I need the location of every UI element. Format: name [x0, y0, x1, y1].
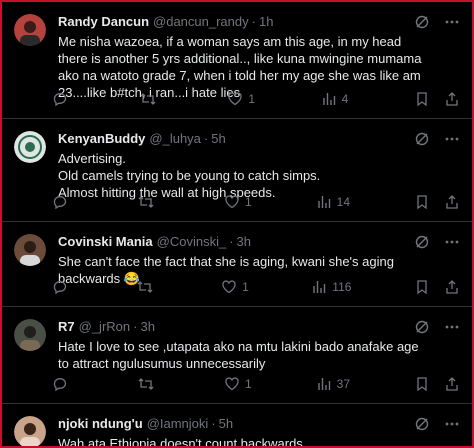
views-button[interactable]: 37 — [316, 376, 350, 392]
analytics-icon — [321, 91, 337, 107]
separator: · — [229, 234, 234, 249]
view-count: 4 — [341, 92, 349, 106]
tweet[interactable]: Covinski Mania @Covinski_ · 3h She can't… — [2, 222, 472, 307]
heart-icon — [227, 91, 243, 107]
timestamp[interactable]: 5h — [219, 416, 233, 432]
views-button[interactable]: 14 — [316, 194, 350, 210]
share-icon[interactable] — [444, 279, 460, 295]
tweet[interactable]: njoki ndung'u @Iamnjoki · 5h Wah ata Eth… — [2, 404, 472, 448]
grok-icon[interactable] — [414, 319, 430, 335]
tweet[interactable]: Randy Dancun @dancun_randy · 1h Me nisha… — [2, 2, 472, 119]
timestamp[interactable]: 5h — [211, 131, 225, 147]
views-button[interactable]: 116 — [311, 279, 351, 295]
like-button[interactable]: 1 — [227, 91, 255, 107]
like-button[interactable]: 1 — [224, 194, 252, 210]
reply-icon — [52, 91, 68, 107]
bookmark-icon[interactable] — [414, 194, 430, 210]
reply-button[interactable] — [52, 376, 73, 392]
reply-button[interactable] — [52, 279, 73, 295]
author-name[interactable]: njoki ndung'u — [58, 416, 143, 432]
author-name[interactable]: R7 — [58, 319, 75, 335]
reply-button[interactable] — [52, 91, 73, 107]
author-name[interactable]: KenyanBuddy — [58, 131, 145, 147]
separator: · — [133, 319, 138, 334]
more-options-icon[interactable] — [444, 416, 460, 432]
grok-icon[interactable] — [414, 131, 430, 147]
reply-button[interactable] — [52, 194, 73, 210]
author-handle[interactable]: @Iamnjoki — [147, 416, 209, 432]
grok-icon[interactable] — [414, 416, 430, 432]
like-count: 1 — [242, 280, 249, 294]
retweet-icon — [136, 279, 154, 295]
like-count: 1 — [248, 92, 255, 106]
share-icon[interactable] — [444, 376, 460, 392]
retweet-button[interactable] — [139, 91, 162, 107]
like-count: 1 — [244, 377, 252, 391]
like-button[interactable]: 1 — [221, 279, 249, 295]
more-options-icon[interactable] — [444, 234, 460, 250]
more-options-icon[interactable] — [444, 14, 460, 30]
avatar[interactable] — [14, 416, 46, 446]
view-count: 116 — [332, 280, 352, 294]
share-icon[interactable] — [444, 194, 460, 210]
like-button[interactable]: 1 — [224, 376, 252, 392]
avatar[interactable] — [14, 319, 46, 351]
author-handle[interactable]: @_luhya — [149, 131, 201, 147]
avatar[interactable] — [14, 14, 46, 46]
heart-icon — [224, 376, 240, 392]
like-count: 1 — [244, 195, 252, 209]
reply-icon — [52, 376, 68, 392]
grok-icon[interactable] — [414, 234, 430, 250]
retweet-icon — [137, 376, 155, 392]
reply-thread: Randy Dancun @dancun_randy · 1h Me nisha… — [0, 0, 474, 448]
heart-icon — [221, 279, 237, 295]
share-icon[interactable] — [444, 91, 460, 107]
bookmark-icon[interactable] — [414, 91, 430, 107]
more-options-icon[interactable] — [444, 131, 460, 147]
retweet-icon — [137, 194, 155, 210]
more-options-icon[interactable] — [444, 319, 460, 335]
bookmark-icon[interactable] — [414, 376, 430, 392]
analytics-icon — [311, 279, 327, 295]
separator: · — [251, 14, 256, 29]
tweet[interactable]: R7 @_jrRon · 3h Hate I love to see ,utap… — [2, 307, 472, 404]
avatar[interactable] — [14, 234, 46, 266]
separator: · — [203, 131, 209, 146]
author-handle[interactable]: @Covinski_ — [157, 234, 227, 250]
views-button[interactable]: 4 — [321, 91, 349, 107]
view-count: 14 — [336, 195, 350, 209]
author-handle[interactable]: @dancun_randy — [153, 14, 249, 30]
retweet-button[interactable] — [137, 376, 160, 392]
heart-icon — [224, 194, 240, 210]
retweet-button[interactable] — [136, 279, 159, 295]
timestamp[interactable]: 1h — [259, 14, 273, 30]
author-handle[interactable]: @_jrRon — [79, 319, 131, 335]
separator: · — [211, 416, 216, 431]
timestamp[interactable]: 3h — [237, 234, 251, 250]
analytics-icon — [316, 194, 332, 210]
tweet-text: Hate I love to see ,utapata ako na mtu l… — [58, 339, 419, 371]
avatar[interactable] — [14, 131, 46, 163]
view-count: 37 — [336, 377, 350, 391]
reply-icon — [52, 194, 68, 210]
reply-icon — [52, 279, 68, 295]
timestamp[interactable]: 3h — [140, 319, 154, 335]
grok-icon[interactable] — [414, 14, 430, 30]
retweet-button[interactable] — [137, 194, 160, 210]
tweet[interactable]: KenyanBuddy @_luhya · 5h Advertising. Ol… — [2, 119, 472, 222]
tweet-text: Wah ata Ethiopia doesn't count backwards — [58, 436, 303, 448]
analytics-icon — [316, 376, 332, 392]
author-name[interactable]: Randy Dancun — [58, 14, 149, 30]
author-name[interactable]: Covinski Mania — [58, 234, 153, 250]
retweet-icon — [139, 91, 157, 107]
bookmark-icon[interactable] — [414, 279, 430, 295]
